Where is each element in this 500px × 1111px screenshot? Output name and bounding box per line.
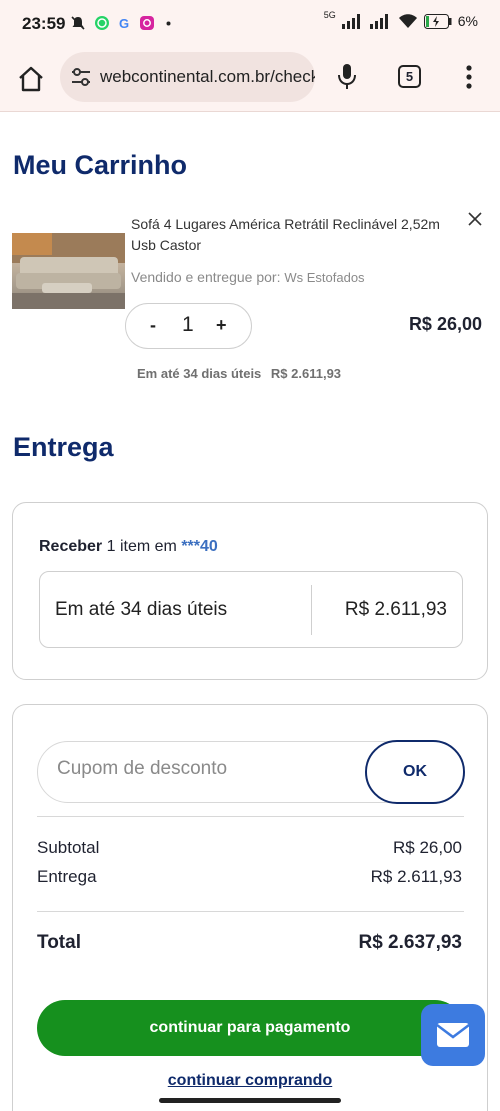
notification-dot-icon xyxy=(166,21,171,26)
option-divider xyxy=(311,585,312,635)
browser-toolbar: webcontinental.com.br/checkout 5 xyxy=(0,50,500,112)
apply-coupon-button[interactable]: OK xyxy=(365,740,465,804)
product-image[interactable] xyxy=(12,233,125,309)
receive-info: Receber 1 item em ***40 xyxy=(39,538,218,556)
site-settings-icon[interactable] xyxy=(70,67,92,87)
divider xyxy=(37,816,464,817)
gesture-nav-bar[interactable] xyxy=(159,1098,341,1103)
tab-switcher-button[interactable]: 5 xyxy=(398,65,421,88)
delivery-card: Receber 1 item em ***40 Em até 34 dias ú… xyxy=(12,502,488,680)
network-type: 5G xyxy=(323,10,336,20)
status-bar: 23:59 G 5G 6% xyxy=(0,0,500,50)
cep-code[interactable]: ***40 xyxy=(181,538,217,555)
quantity-value: 1 xyxy=(182,313,194,336)
home-icon[interactable] xyxy=(16,64,46,94)
continue-to-payment-button[interactable]: continuar para pagamento xyxy=(37,1000,463,1056)
sofa-image xyxy=(12,233,125,309)
receive-text: 1 item em xyxy=(106,538,177,555)
item-price: R$ 26,00 xyxy=(408,314,482,334)
google-icon: G xyxy=(119,16,129,31)
receive-label: Receber xyxy=(39,538,103,555)
chat-button[interactable] xyxy=(421,1004,485,1066)
wifi-icon xyxy=(398,14,417,28)
whatsapp-icon xyxy=(95,16,109,30)
remove-item-icon[interactable] xyxy=(466,210,484,228)
status-time: 23:59 xyxy=(22,14,66,33)
bell-muted-icon xyxy=(71,16,85,30)
microphone-icon[interactable] xyxy=(336,62,358,92)
item-delivery-time: Em até 34 dias úteis xyxy=(137,366,262,381)
increase-quantity-button[interactable]: + xyxy=(216,315,227,336)
divider xyxy=(37,911,464,912)
delivery-title: Entrega xyxy=(13,432,114,462)
battery-icon xyxy=(423,13,452,29)
signal-icon xyxy=(341,14,360,29)
total-label: Total xyxy=(37,932,81,953)
url-text[interactable]: webcontinental.com.br/checkout xyxy=(100,67,315,87)
subtotal-label: Subtotal xyxy=(37,838,100,857)
more-options-icon[interactable] xyxy=(462,62,476,92)
seller-info: Vendido e entregue por: Ws Estofados xyxy=(131,269,365,285)
coupon-field: OK xyxy=(37,740,465,804)
delivery-option-label: Em até 34 dias úteis xyxy=(55,599,228,620)
battery-level: 6% xyxy=(457,13,478,29)
item-delivery-info: Em até 34 dias úteis R$ 2.611,93 xyxy=(137,366,347,381)
delivery-option[interactable]: Em até 34 dias úteis R$ 2.611,93 xyxy=(39,571,463,648)
coupon-input[interactable] xyxy=(57,758,347,780)
instagram-icon xyxy=(140,16,154,30)
seller-label: Vendido e entregue por: xyxy=(131,269,281,285)
product-title[interactable]: Sofá 4 Lugares América Retrátil Reclináv… xyxy=(131,214,461,256)
shipping-label: Entrega xyxy=(37,867,97,886)
continue-shopping-link[interactable]: continuar comprando xyxy=(0,1072,500,1090)
cart-title: Meu Carrinho xyxy=(13,150,188,180)
svg-text:G: G xyxy=(119,16,129,31)
status-right: 5G 6% xyxy=(323,10,478,29)
shipping-value: R$ 2.611,93 xyxy=(370,867,462,886)
quantity-stepper: - 1 + xyxy=(125,303,252,349)
item-delivery-price: R$ 2.611,93 xyxy=(270,366,342,381)
seller-name: Ws Estofados xyxy=(284,270,365,285)
url-bar[interactable]: webcontinental.com.br/checkout xyxy=(60,52,315,102)
decrease-quantity-button[interactable]: - xyxy=(150,315,156,336)
total-value: R$ 2.637,93 xyxy=(358,932,462,953)
delivery-option-price: R$ 2.611,93 xyxy=(344,599,447,620)
subtotal-value: R$ 26,00 xyxy=(393,838,462,857)
signal-2-icon xyxy=(369,14,388,29)
mail-icon xyxy=(436,1023,470,1047)
